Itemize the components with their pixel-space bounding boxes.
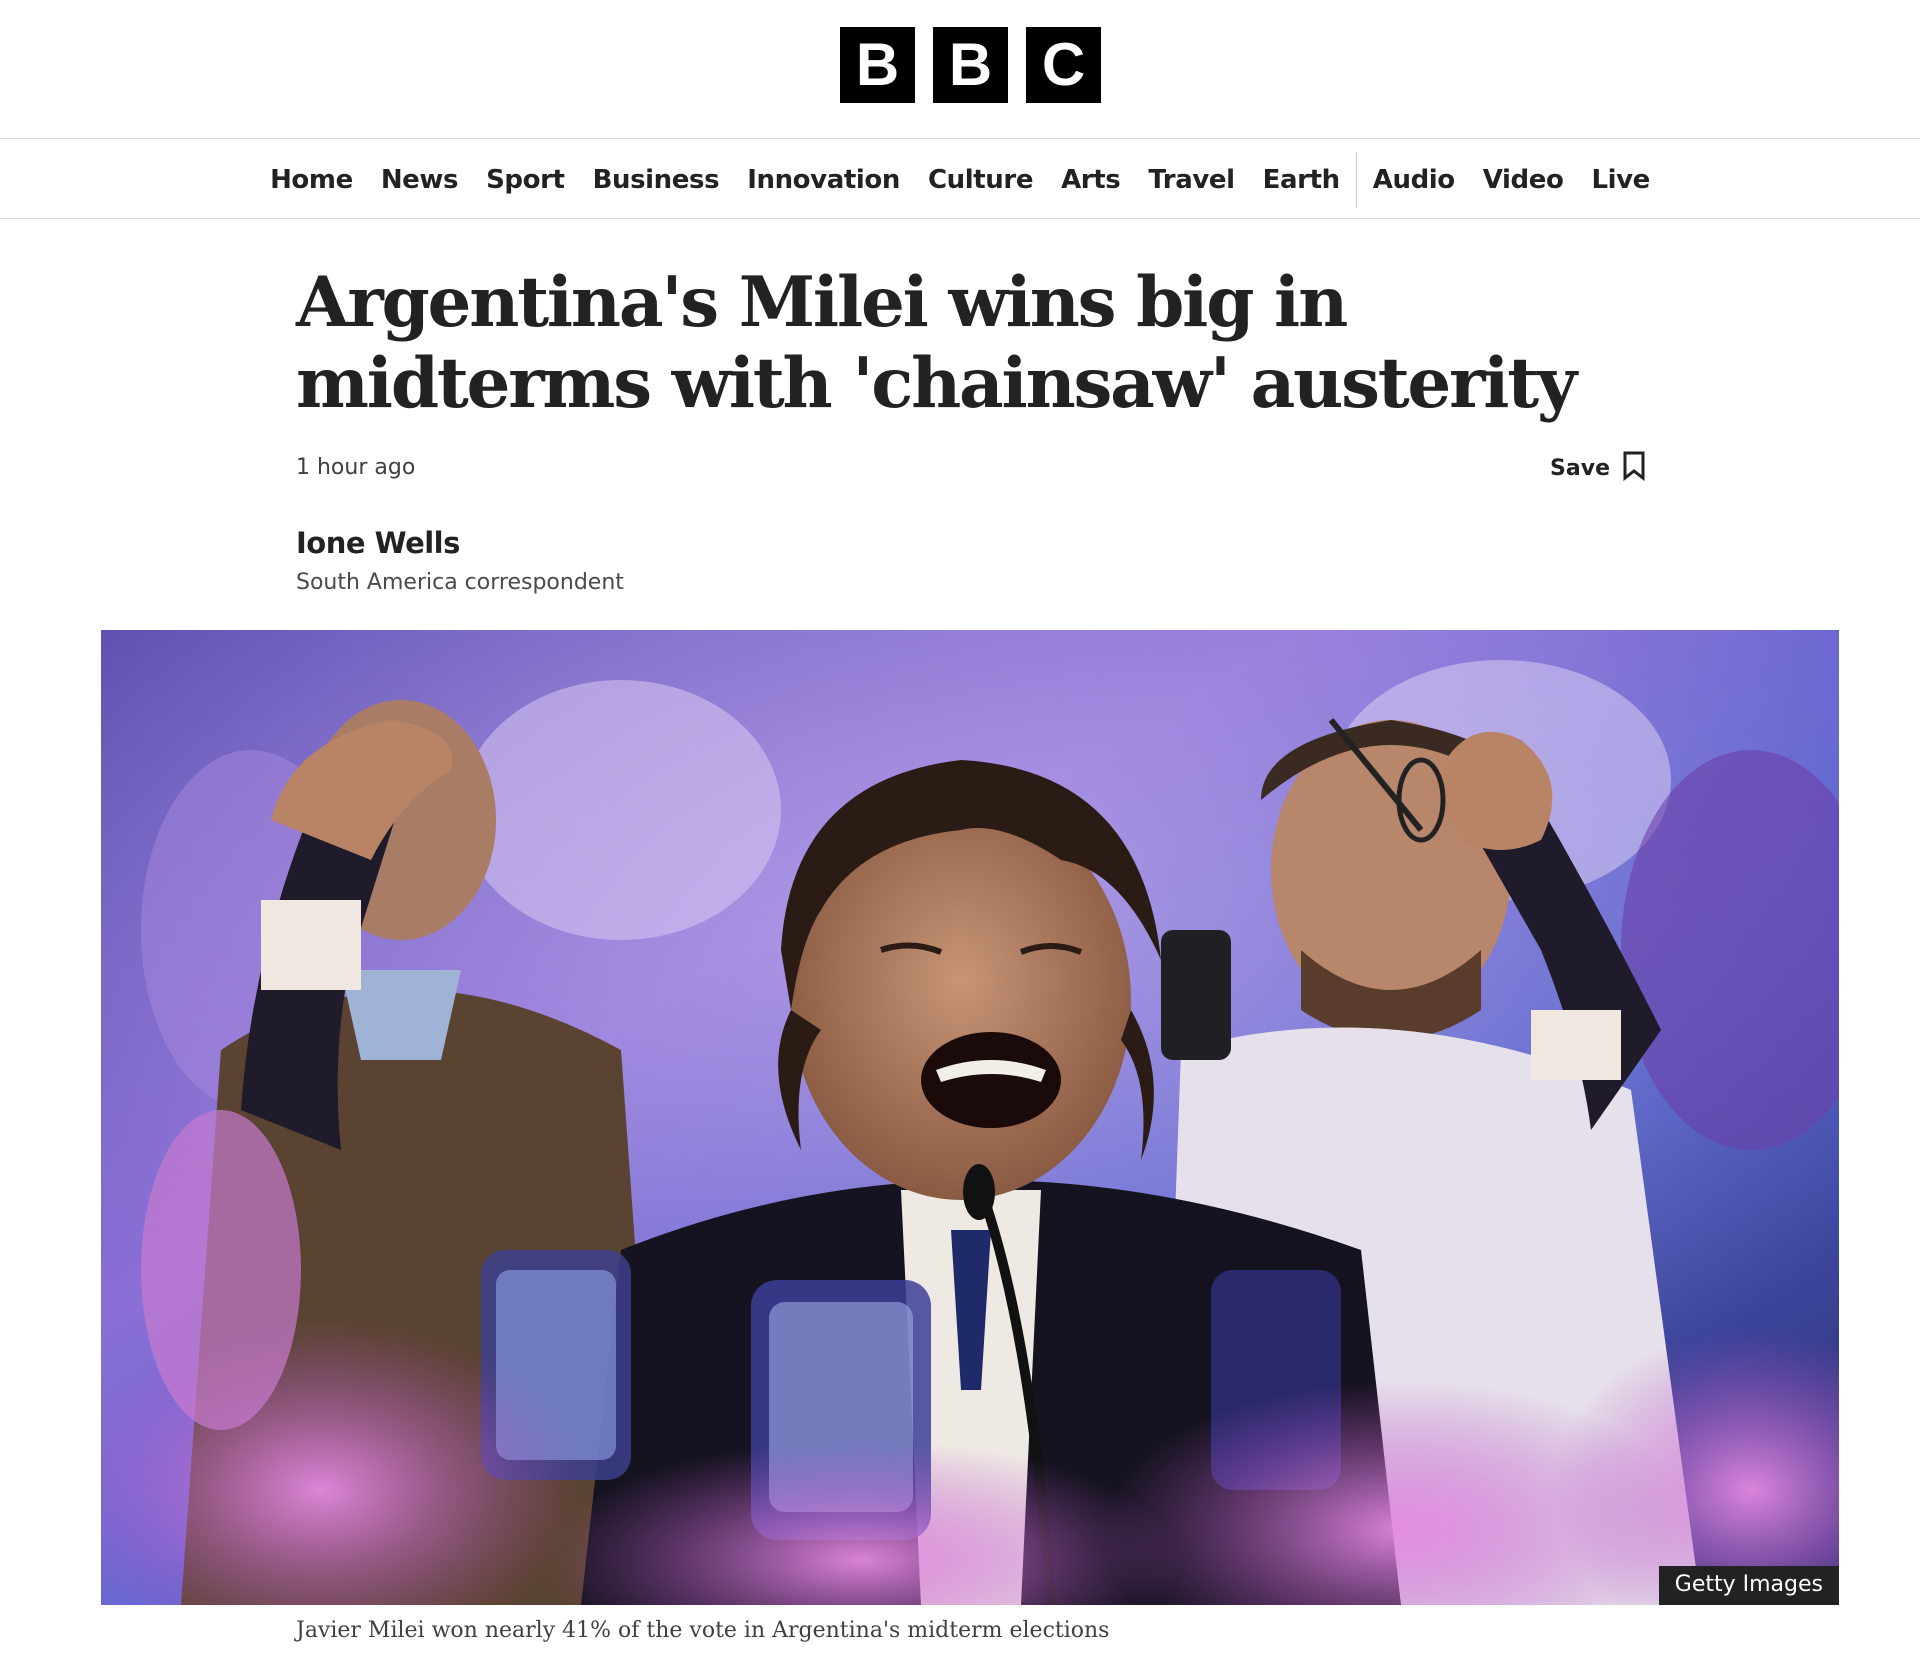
logo-letter-b2: B	[933, 27, 1008, 103]
nav-item-culture[interactable]: Culture	[914, 140, 1047, 219]
nav-divider	[1355, 151, 1357, 208]
image-caption: Javier Milei won nearly 41% of the vote …	[296, 1618, 1110, 1643]
nav-item-sport[interactable]: Sport	[472, 140, 578, 219]
image-credit: Getty Images	[1658, 1566, 1839, 1605]
nav-item-innovation[interactable]: Innovation	[733, 140, 914, 219]
nav-item-home[interactable]: Home	[256, 140, 367, 219]
lead-image-illustration	[101, 630, 1839, 1605]
nav-item-news[interactable]: News	[367, 140, 472, 219]
logo-letter-b1: B	[840, 27, 915, 103]
article-timestamp: 1 hour ago	[296, 455, 416, 480]
author-role: South America correspondent	[296, 570, 624, 595]
lead-image: Getty Images	[101, 630, 1839, 1605]
main-navigation: Home News Sport Business Innovation Cult…	[0, 140, 1920, 219]
logo-letter-c: C	[1026, 27, 1101, 103]
masthead: B B C	[0, 0, 1920, 139]
nav-item-video[interactable]: Video	[1469, 140, 1578, 219]
article-headline: Argentina's Milei wins big in midterms w…	[296, 262, 1577, 424]
save-label: Save	[1550, 456, 1610, 481]
save-button[interactable]: Save	[1550, 451, 1646, 486]
nav-item-business[interactable]: Business	[579, 140, 734, 219]
byline: Ione Wells South America correspondent	[296, 526, 624, 595]
nav-item-arts[interactable]: Arts	[1047, 140, 1134, 219]
nav-item-live[interactable]: Live	[1577, 140, 1663, 219]
nav-item-earth[interactable]: Earth	[1249, 140, 1354, 219]
nav-item-audio[interactable]: Audio	[1359, 140, 1469, 219]
bbc-logo[interactable]: B B C	[840, 27, 1101, 103]
article-meta: 1 hour ago Save	[296, 451, 1646, 489]
bookmark-icon	[1622, 451, 1646, 486]
nav-item-travel[interactable]: Travel	[1134, 140, 1248, 219]
author-name[interactable]: Ione Wells	[296, 526, 624, 560]
